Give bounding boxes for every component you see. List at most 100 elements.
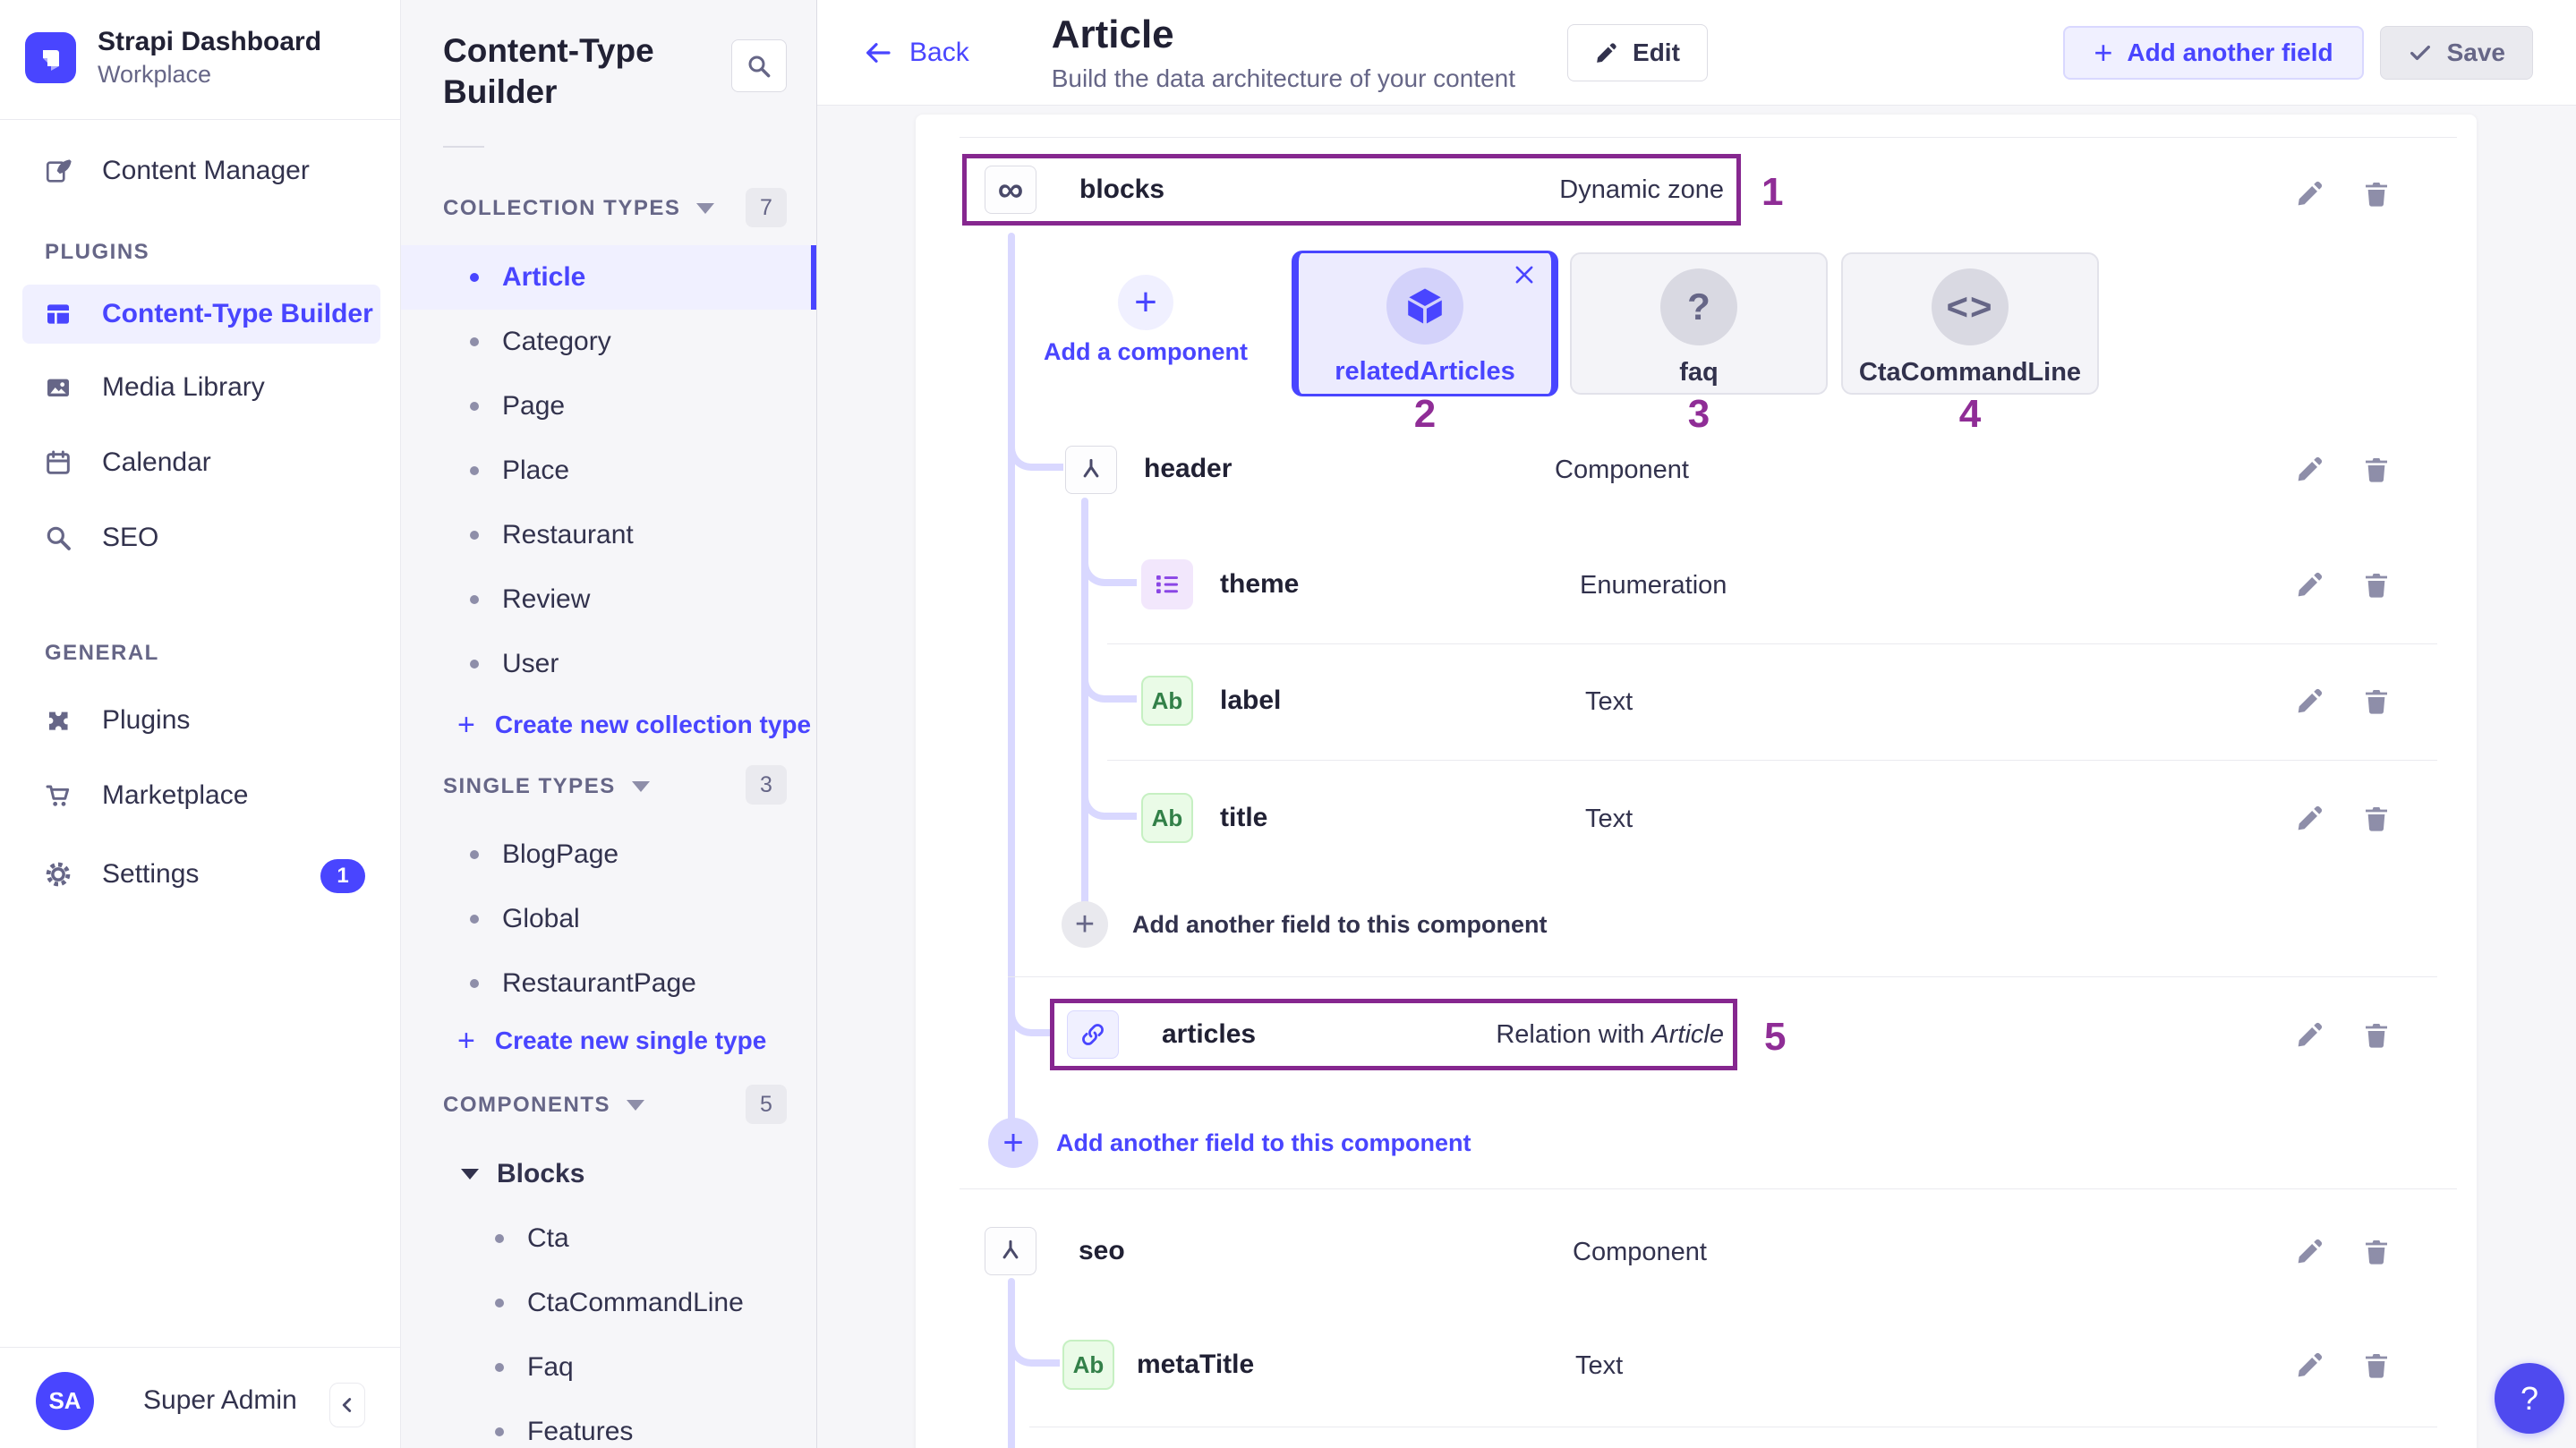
edit-field-button[interactable] — [2294, 177, 2326, 209]
avatar[interactable]: SA — [36, 1372, 94, 1430]
close-icon[interactable] — [1512, 262, 1537, 287]
nav-item-label: Calendar — [102, 447, 211, 478]
bullet-icon — [470, 595, 479, 604]
component-card-faq[interactable]: ? faq — [1570, 252, 1828, 395]
plus-icon: + — [457, 708, 475, 743]
add-field-to-component-button[interactable]: + — [1062, 901, 1108, 948]
sidebar-item-page[interactable]: Page — [401, 374, 816, 439]
field-type: Text — [1585, 687, 1633, 717]
add-field-to-component-label[interactable]: Add another field to this component — [1132, 911, 1547, 939]
pencil-icon — [2296, 455, 2324, 483]
content-type-builder-sidebar: Content-Type Builder COLLECTION TYPES 7 … — [401, 0, 817, 1448]
back-label: Back — [909, 38, 969, 68]
chevron-down-icon — [627, 1100, 644, 1111]
pencil-icon — [2296, 179, 2324, 208]
edit-field-button[interactable] — [2294, 1018, 2326, 1051]
back-link[interactable]: Back — [861, 38, 969, 68]
field-row-articles[interactable]: articles Relation with Article — [1050, 999, 1737, 1070]
delete-field-button[interactable] — [2360, 685, 2393, 717]
sidebar-item-blogpage[interactable]: BlogPage — [401, 822, 816, 887]
nav-item-content-manager[interactable]: Content Manager — [22, 141, 380, 200]
create-single-type-link[interactable]: +Create new single type — [401, 1012, 816, 1069]
nav-item-seo[interactable]: SEO — [22, 508, 380, 567]
sidebar-item-features[interactable]: Features — [401, 1400, 816, 1448]
delete-field-button[interactable] — [2360, 568, 2393, 600]
sidebar-item-category[interactable]: Category — [401, 310, 816, 374]
component-card-ctacommandline[interactable]: <> CtaCommandLine — [1841, 252, 2099, 395]
delete-field-button[interactable] — [2360, 1018, 2393, 1051]
sidebar-item-restaurantpage[interactable]: RestaurantPage — [401, 951, 816, 1016]
sidebar-item-restaurant[interactable]: Restaurant — [401, 503, 816, 567]
sidebar-item-review[interactable]: Review — [401, 567, 816, 632]
help-button[interactable]: ? — [2495, 1363, 2564, 1434]
relation-target: Article — [1651, 1020, 1724, 1049]
field-name: seo — [1079, 1236, 1125, 1266]
field-row-blocks[interactable]: ∞ blocks Dynamic zone — [962, 154, 1741, 226]
item-label: Features — [527, 1417, 633, 1447]
delete-field-button[interactable] — [2360, 453, 2393, 485]
add-component-button[interactable]: + — [1118, 275, 1173, 330]
nav-item-media-library[interactable]: Media Library — [22, 358, 380, 417]
item-label: CtaCommandLine — [527, 1288, 744, 1318]
search-button[interactable] — [731, 39, 787, 92]
code-brackets-icon: <> — [1932, 268, 2009, 345]
delete-field-button[interactable] — [2360, 1349, 2393, 1381]
sidebar-item-article[interactable]: Article — [401, 245, 816, 310]
enumeration-icon — [1141, 559, 1193, 609]
sidebar-item-faq[interactable]: Faq — [401, 1335, 816, 1400]
edit-field-button[interactable] — [2294, 1349, 2326, 1381]
nav-item-content-type-builder[interactable]: Content-Type Builder — [22, 285, 380, 344]
bullet-icon — [470, 402, 479, 411]
divider — [1107, 760, 2437, 761]
save-button[interactable]: Save — [2380, 26, 2533, 80]
nav-section-plugins: PLUGINS — [45, 240, 149, 265]
layout-grid-icon — [43, 299, 73, 329]
sidebar-item-user[interactable]: User — [401, 632, 816, 696]
create-collection-type-link[interactable]: +Create new collection type — [401, 696, 816, 754]
component-icon — [985, 1227, 1036, 1275]
field-name: theme — [1220, 569, 1299, 600]
add-field-to-dynamic-zone-button[interactable]: + — [988, 1118, 1038, 1168]
page-subtitle: Build the data architecture of your cont… — [1052, 64, 1515, 93]
page-header: Back Article Build the data architecture… — [817, 0, 2576, 106]
edit-field-button[interactable] — [2294, 568, 2326, 600]
sidebar-item-global[interactable]: Global — [401, 887, 816, 951]
add-field-to-dynamic-zone-label[interactable]: Add another field to this component — [1056, 1129, 1471, 1157]
sidebar-item-place[interactable]: Place — [401, 439, 816, 503]
nav-item-marketplace[interactable]: Marketplace — [22, 766, 380, 825]
divider — [960, 1188, 2457, 1189]
add-component-label[interactable]: Add a component — [1011, 338, 1280, 366]
nav-item-calendar[interactable]: Calendar — [22, 433, 380, 492]
delete-field-button[interactable] — [2360, 177, 2393, 209]
section-label: SINGLE TYPES — [443, 774, 616, 799]
delete-field-button[interactable] — [2360, 802, 2393, 834]
components-count: 5 — [746, 1085, 787, 1124]
bullet-icon — [470, 660, 479, 669]
edit-field-button[interactable] — [2294, 453, 2326, 485]
edit-button[interactable]: Edit — [1567, 24, 1708, 81]
field-type: Enumeration — [1580, 571, 1727, 600]
edit-field-button[interactable] — [2294, 1235, 2326, 1267]
collapse-sidebar-button[interactable] — [329, 1383, 365, 1427]
bullet-icon — [470, 531, 479, 540]
bullet-icon — [495, 1299, 504, 1307]
component-card-relatedarticles[interactable]: relatedArticles — [1292, 251, 1558, 396]
component-group-blocks[interactable]: Blocks — [401, 1142, 816, 1206]
sidebar-item-ctacommandline[interactable]: CtaCommandLine — [401, 1271, 816, 1335]
chevron-down-icon — [461, 1169, 479, 1180]
nav-item-label: Media Library — [102, 372, 265, 403]
bullet-icon — [470, 915, 479, 924]
add-another-field-button[interactable]: + Add another field — [2063, 26, 2363, 80]
sidebar-item-cta[interactable]: Cta — [401, 1206, 816, 1271]
bullet-icon — [470, 979, 479, 988]
annotation-number: 1 — [1761, 170, 1783, 215]
nav-item-plugins[interactable]: Plugins — [22, 691, 380, 750]
item-label: Article — [502, 262, 585, 293]
edit-field-button[interactable] — [2294, 685, 2326, 717]
edit-field-button[interactable] — [2294, 802, 2326, 834]
page-title: Article — [1052, 13, 1515, 57]
item-label: Category — [502, 327, 611, 357]
delete-field-button[interactable] — [2360, 1235, 2393, 1267]
row-actions — [2294, 453, 2393, 485]
annotation-number: 3 — [1570, 392, 1828, 437]
